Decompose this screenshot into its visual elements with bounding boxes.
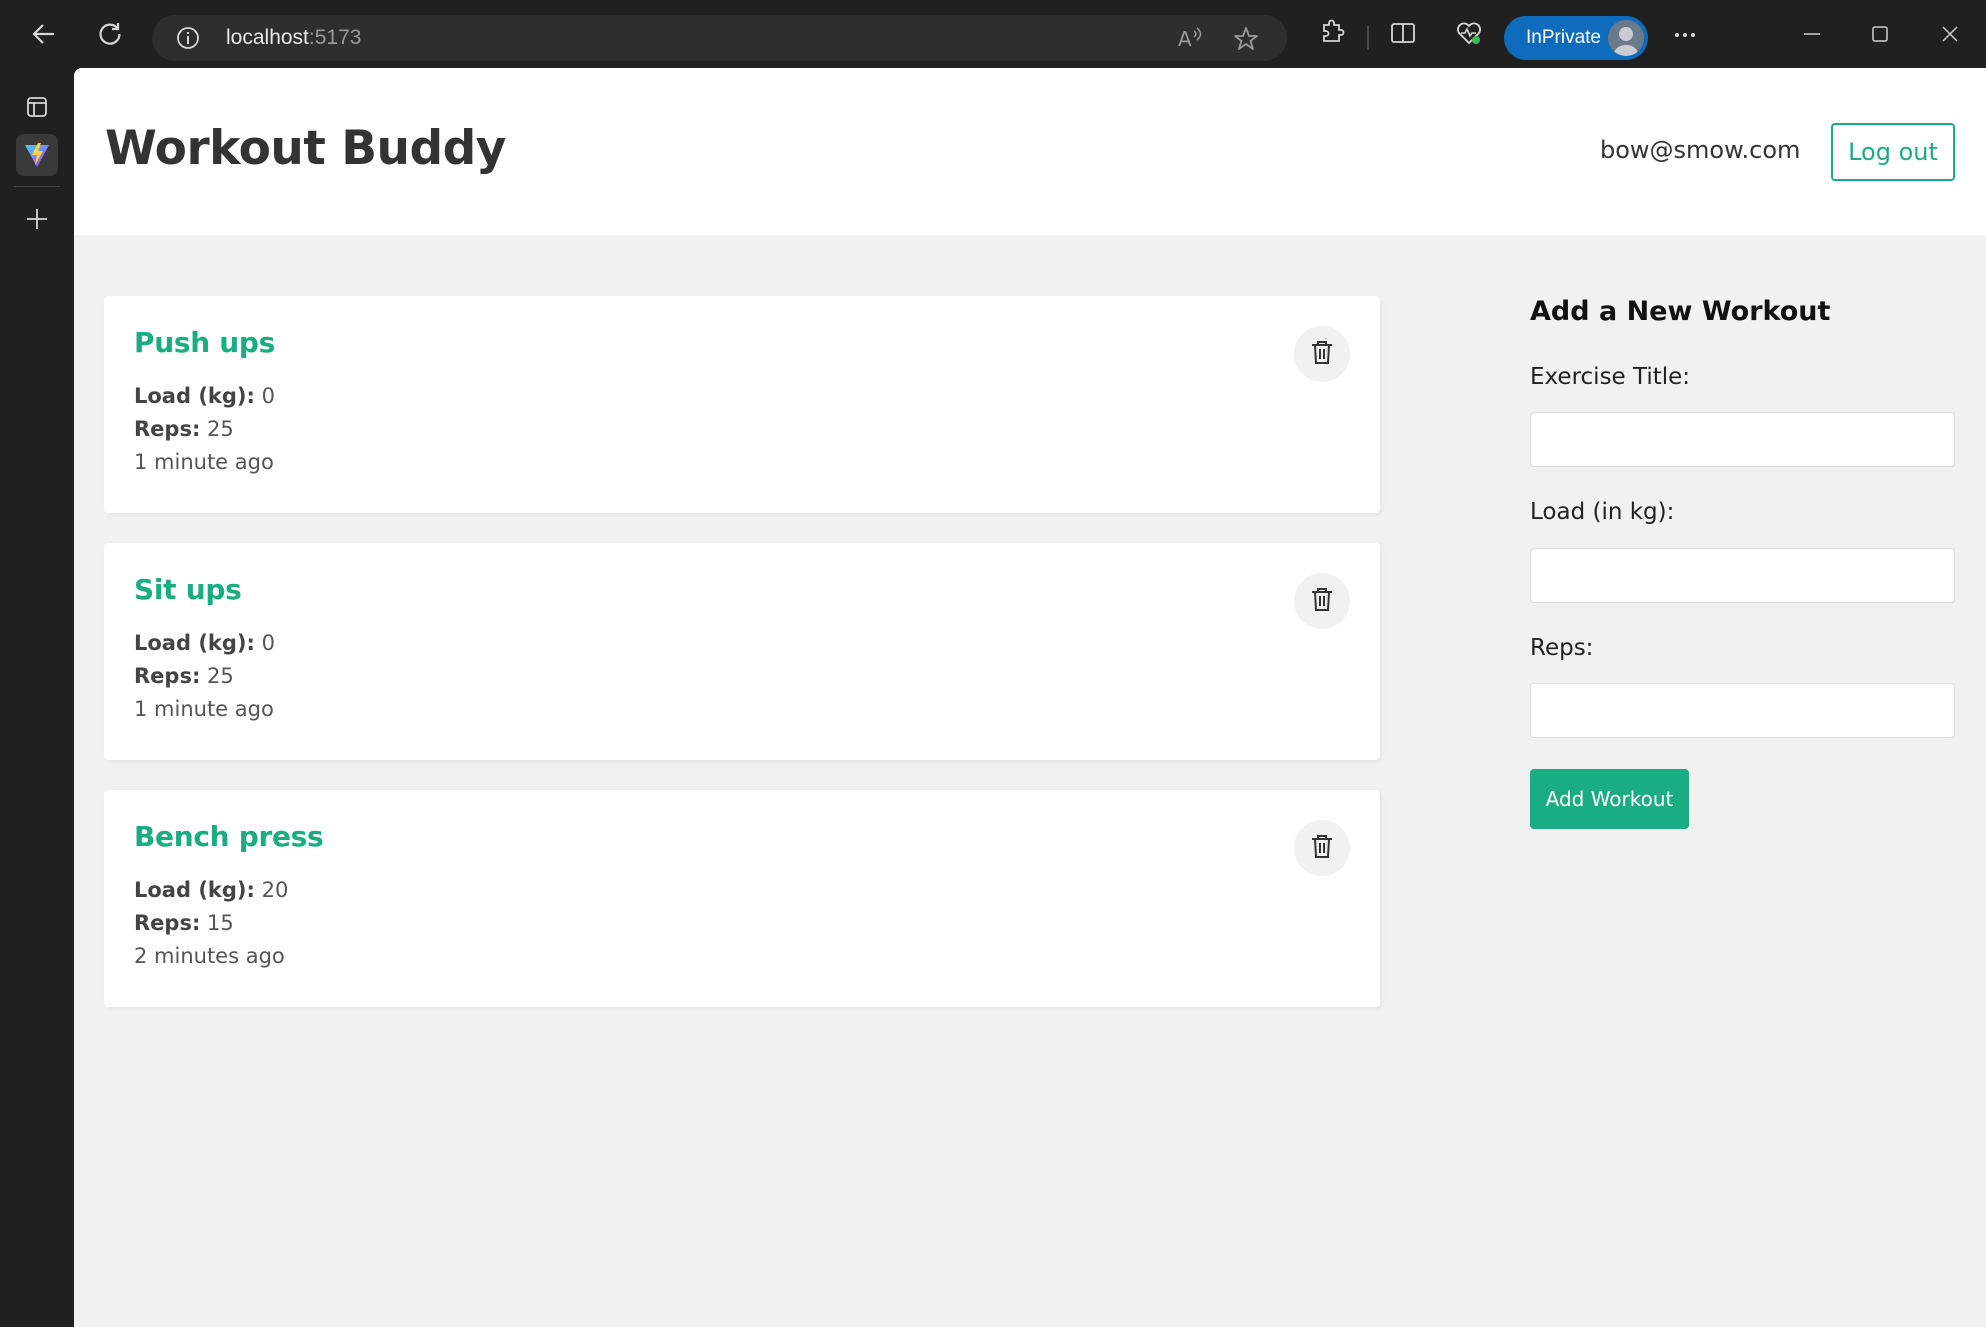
reps-value: 25 — [200, 664, 234, 688]
close-icon[interactable] — [1938, 22, 1962, 50]
trash-icon — [1307, 831, 1337, 865]
workout-load: Load (kg): 0 — [134, 631, 275, 655]
new-tab-icon[interactable] — [16, 198, 58, 240]
workout-reps: Reps: 25 — [134, 664, 234, 688]
url-host: localhost — [226, 26, 309, 49]
workout-title: Sit ups — [134, 573, 242, 606]
workout-title: Bench press — [134, 820, 324, 853]
delete-button[interactable] — [1294, 326, 1350, 382]
toolbar-divider — [1367, 26, 1369, 50]
workout-load: Load (kg): 0 — [134, 384, 275, 408]
workout-card: Bench press Load (kg): 20 Reps: 15 2 min… — [104, 790, 1380, 1007]
add-workout-button[interactable]: Add Workout — [1530, 769, 1689, 829]
workout-load: Load (kg): 20 — [134, 878, 288, 902]
load-value: 20 — [254, 878, 289, 902]
inprivate-label: InPrivate — [1526, 27, 1601, 48]
avatar — [1608, 20, 1644, 56]
reps-label: Reps: — [134, 911, 201, 935]
form-heading: Add a New Workout — [1530, 296, 1831, 327]
browser-essentials-icon[interactable] — [1454, 18, 1484, 52]
exercise-title-input[interactable] — [1530, 412, 1955, 467]
split-screen-icon[interactable] — [1388, 18, 1418, 52]
workout-timestamp: 1 minute ago — [134, 450, 274, 474]
load-value: 0 — [254, 631, 275, 655]
exercise-title-label: Exercise Title: — [1530, 364, 1691, 390]
workout-card: Sit ups Load (kg): 0 Reps: 25 1 minute a… — [104, 543, 1380, 760]
delete-button[interactable] — [1294, 820, 1350, 876]
delete-button[interactable] — [1294, 573, 1350, 629]
workout-reps: Reps: 15 — [134, 911, 234, 935]
vertical-tab-strip — [0, 68, 74, 1327]
load-label: Load (kg): — [134, 631, 255, 655]
trash-icon — [1307, 337, 1337, 371]
reps-input[interactable] — [1530, 683, 1955, 738]
info-icon[interactable] — [176, 26, 200, 54]
page-title[interactable]: Workout Buddy — [105, 121, 506, 176]
workout-card: Push ups Load (kg): 0 Reps: 25 1 minute … — [104, 296, 1380, 513]
refresh-icon[interactable] — [90, 14, 130, 54]
browser-toolbar: localhost:5173 A InPrivate — [0, 0, 1986, 68]
reps-label: Reps: — [134, 417, 201, 441]
load-label: Load (kg): — [134, 384, 255, 408]
workout-title: Push ups — [134, 326, 276, 359]
url-text[interactable]: localhost:5173 — [226, 26, 361, 50]
workout-timestamp: 2 minutes ago — [134, 944, 285, 968]
app-navbar: Workout Buddy bow@smow.com Log out — [74, 68, 1986, 235]
url-port: :5173 — [308, 26, 362, 49]
tab-divider — [14, 186, 60, 187]
vite-tab-icon[interactable] — [16, 134, 58, 176]
maximize-icon[interactable] — [1868, 22, 1892, 50]
tab-actions-icon[interactable] — [16, 86, 58, 128]
svg-text:A: A — [1178, 27, 1192, 51]
load-label: Load (in kg): — [1530, 499, 1675, 525]
load-label: Load (kg): — [134, 878, 255, 902]
user-email: bow@smow.com — [1600, 136, 1801, 164]
favorite-star-icon[interactable] — [1232, 25, 1260, 57]
extensions-icon[interactable] — [1316, 18, 1346, 52]
page-viewport: Workout Buddy bow@smow.com Log out Push … — [74, 68, 1986, 1327]
load-value: 0 — [254, 384, 275, 408]
load-input[interactable] — [1530, 548, 1955, 603]
read-aloud-icon[interactable]: A — [1176, 25, 1204, 55]
back-arrow-icon[interactable] — [24, 14, 64, 54]
address-bar[interactable]: localhost:5173 A — [152, 15, 1287, 61]
inprivate-button[interactable]: InPrivate — [1504, 16, 1648, 60]
workout-timestamp: 1 minute ago — [134, 697, 274, 721]
logout-button[interactable]: Log out — [1831, 123, 1955, 181]
workout-reps: Reps: 25 — [134, 417, 234, 441]
reps-label: Reps: — [1530, 635, 1594, 661]
reps-value: 25 — [200, 417, 234, 441]
more-icon[interactable] — [1670, 20, 1700, 54]
minimize-icon[interactable] — [1800, 22, 1824, 50]
reps-label: Reps: — [134, 664, 201, 688]
trash-icon — [1307, 584, 1337, 618]
reps-value: 15 — [200, 911, 234, 935]
